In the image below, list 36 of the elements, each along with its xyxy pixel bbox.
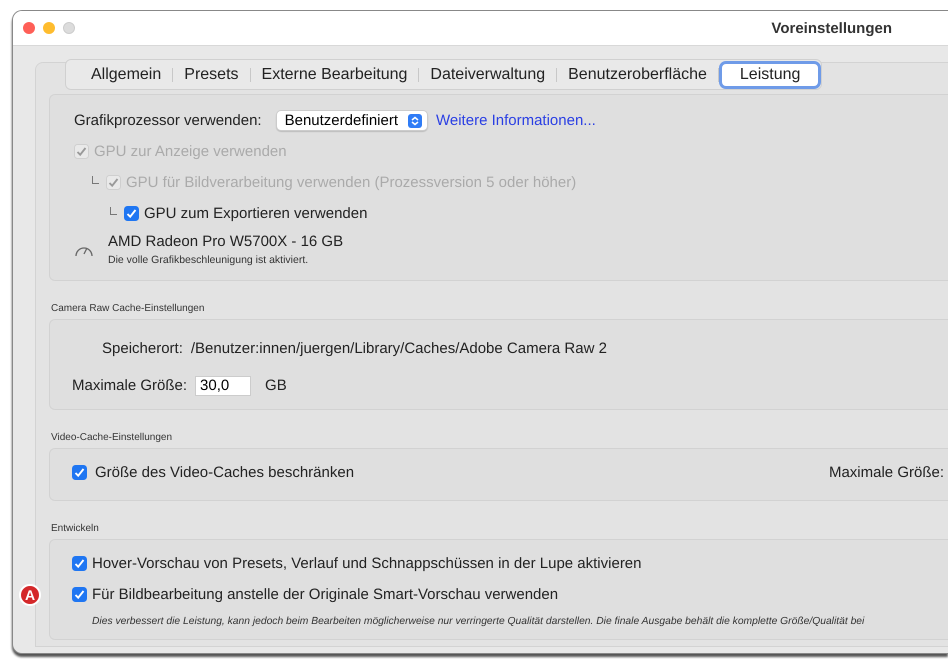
gpu-label: Grafikprozessor verwenden: <box>74 112 262 129</box>
tab[interactable]: Dateiverwaltung <box>419 64 556 86</box>
tree-branch-icon <box>110 206 117 214</box>
checkbox[interactable] <box>72 556 87 571</box>
section-heading: Video-Cache-Einstellungen <box>51 432 174 443</box>
annotation-badge: A <box>19 584 41 606</box>
location-label: Speicherort: <box>102 340 183 356</box>
tree-branch-icon <box>92 176 99 184</box>
section-heading: Camera Raw Cache-Einstellungen <box>51 303 206 314</box>
checkbox-label: GPU zum Exportieren verwenden <box>144 205 368 222</box>
max-size-field[interactable]: 30,0 <box>195 376 252 396</box>
tab[interactable]: Benutzeroberfläche <box>557 64 718 86</box>
close-button[interactable] <box>23 22 35 34</box>
checkbox-label: Hover-Vorschau von Presets, Verlauf und Schnappschüssen in der Lupe aktivieren <box>92 555 642 572</box>
minimize-button[interactable] <box>43 22 55 34</box>
cache-location-path: /Benutzer:innen/juergen/Library/Caches/Adobe Camera Raw 2 <box>190 340 607 356</box>
max-size-label: Maximale Größe: <box>828 464 944 481</box>
tab[interactable]: Leistung <box>718 60 822 88</box>
tab[interactable]: Allgemein <box>80 64 172 86</box>
more-info-link[interactable]: Weitere Informationen... <box>436 112 596 129</box>
zoom-button[interactable] <box>63 22 75 34</box>
window-title: Voreinstellungen <box>771 20 892 36</box>
gpu-dropdown[interactable]: Benutzerdefiniert <box>276 110 428 131</box>
checkbox-label: Größe des Video-Caches beschränken <box>95 464 354 481</box>
graphics-card-name: AMD Radeon Pro W5700X - 16 GB <box>108 233 344 250</box>
tab[interactable]: Externe Bearbeitung <box>250 64 418 86</box>
unit-label: GB <box>265 377 287 394</box>
checkbox[interactable] <box>72 587 87 602</box>
note-text: Dies verbessert die Leistung, kann jedoch beim Bearbeiten möglicherweise nur verringerte Qualität darstellen. Die finale Ausgabe behält die komplette Größe/Qualität bei <box>92 616 866 627</box>
stepper-icon <box>408 114 422 128</box>
checkbox-label: Für Bildbearbeitung anstelle der Originale Smart-Vorschau verwenden <box>92 586 558 603</box>
checkbox[interactable] <box>72 465 87 480</box>
section-heading: Entwickeln <box>51 523 100 534</box>
max-size-label: Maximale Größe: <box>72 377 188 394</box>
acceleration-status: Die volle Grafikbeschleunigung ist aktiviert. <box>108 254 310 266</box>
tab[interactable]: Presets <box>173 64 250 86</box>
